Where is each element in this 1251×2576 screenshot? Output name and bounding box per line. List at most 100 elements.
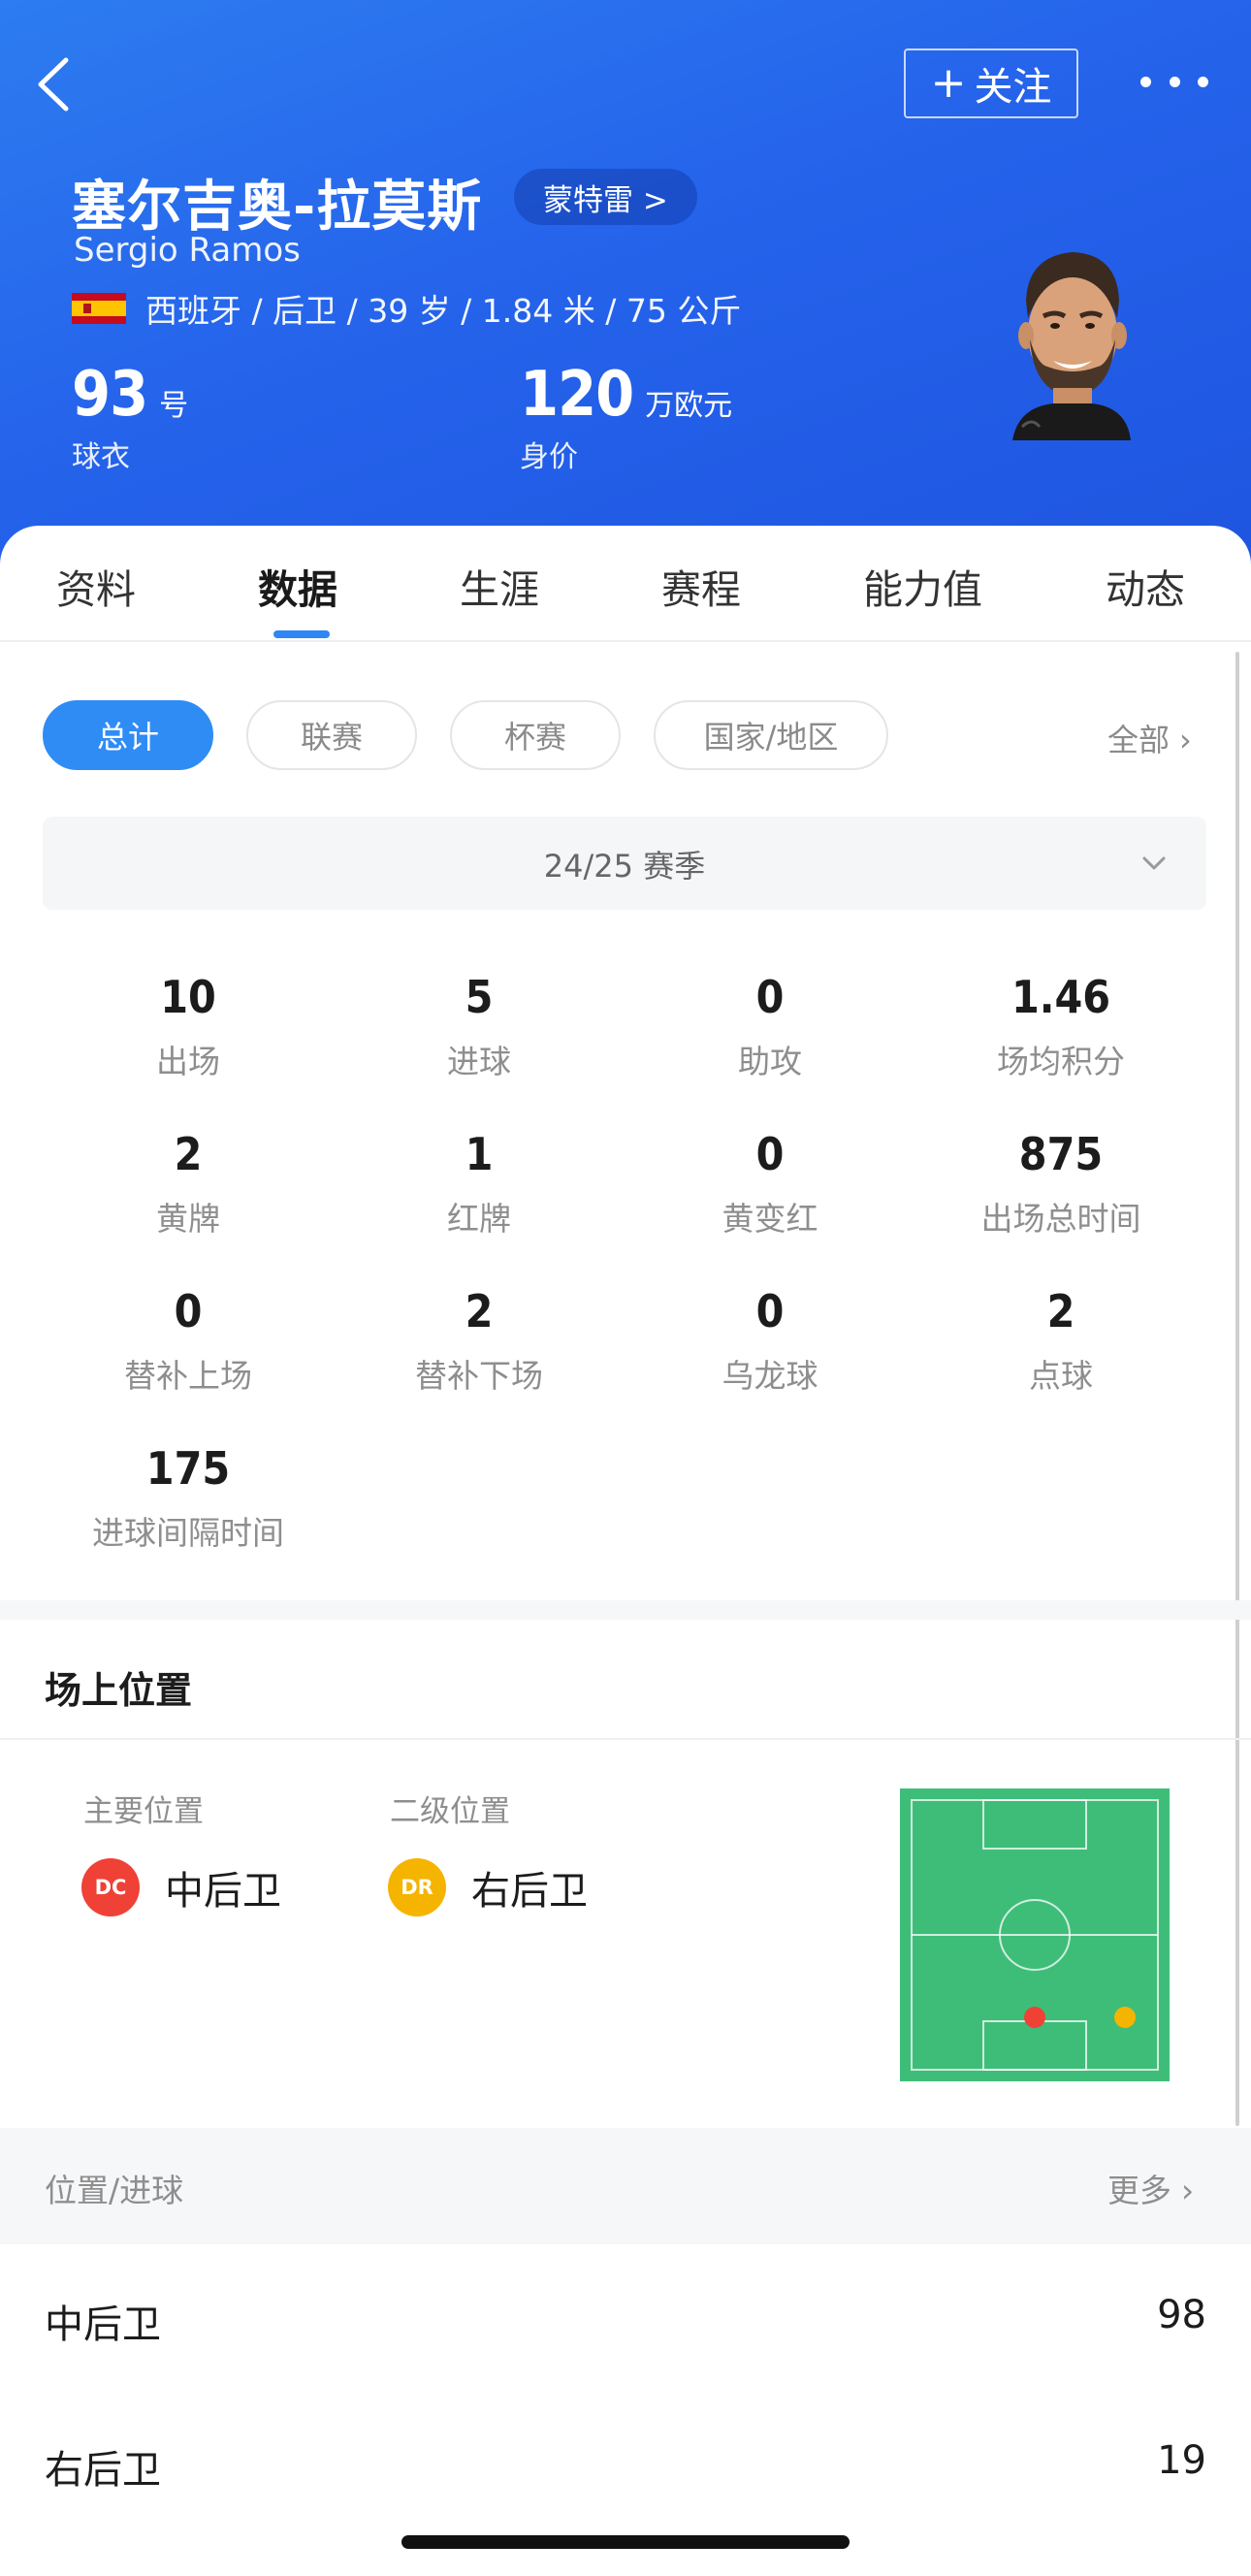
chevron-left-icon — [38, 57, 69, 112]
tab-career[interactable]: 生涯 — [460, 557, 539, 615]
tab-active-indicator — [273, 630, 330, 638]
player-avatar — [1012, 252, 1131, 440]
stat-value: 0 — [755, 1285, 785, 1337]
chevron-right-icon: › — [1179, 722, 1192, 758]
stat-value: 175 — [145, 1442, 231, 1495]
position-goals-header: 位置/进球 更多 › — [0, 2128, 1251, 2244]
stat-sub-off: 2 替补下场 — [334, 1284, 625, 1397]
stat-value: 5 — [465, 971, 494, 1023]
tab-schedule[interactable]: 赛程 — [661, 557, 741, 615]
stat-label: 进球间隔时间 — [92, 1514, 284, 1552]
position-count: 98 — [1157, 2293, 1206, 2337]
more-label: 更多 — [1107, 2172, 1171, 2209]
stat-yellow-cards: 2 黄牌 — [43, 1127, 334, 1240]
filter-national[interactable]: 国家/地区 — [654, 700, 888, 770]
stat-goals: 5 进球 — [334, 970, 625, 1082]
tab-bar: 资料 数据 生涯 赛程 能力值 动态 — [0, 526, 1251, 642]
stat-label: 点球 — [1029, 1357, 1093, 1395]
primary-position: DC 中后卫 — [81, 1858, 281, 1916]
primary-position-marker — [1024, 2007, 1045, 2028]
filter-league[interactable]: 联赛 — [246, 700, 417, 770]
more-options-button[interactable] — [1140, 60, 1208, 103]
stat-label: 替补下场 — [415, 1357, 543, 1395]
stat-label: 乌龙球 — [722, 1357, 818, 1395]
more-link[interactable]: 更多 › — [1107, 2165, 1194, 2211]
back-button[interactable] — [27, 50, 85, 118]
secondary-position-label: 二级位置 — [390, 1794, 510, 1829]
season-label: 24/25 赛季 — [543, 848, 706, 885]
chevron-right-icon: › — [1181, 2172, 1195, 2209]
stat-points-per-game: 1.46 场均积分 — [915, 970, 1206, 1082]
tab-ability[interactable]: 能力值 — [863, 557, 982, 615]
stat-value: 10 — [160, 971, 216, 1023]
filter-cup[interactable]: 杯赛 — [450, 700, 621, 770]
position-name: 右后卫 — [45, 2448, 161, 2493]
jersey-number: 93 — [72, 359, 148, 431]
stat-appearances: 10 出场 — [43, 970, 334, 1082]
position-name: 中后卫 — [45, 2302, 161, 2347]
market-value-block: 120 万欧元 身价 — [520, 359, 732, 475]
stats-card: 资料 数据 生涯 赛程 能力值 动态 总计 联赛 杯赛 国家/地区 全部 › 24… — [0, 526, 1251, 2576]
divider — [0, 1738, 1251, 1740]
spain-flag-icon — [72, 293, 126, 324]
stat-value: 2 — [465, 1285, 494, 1337]
jersey-unit: 号 — [159, 389, 189, 423]
stat-label: 替补上场 — [124, 1357, 252, 1395]
stat-label: 红牌 — [447, 1200, 511, 1238]
stat-second-yellow: 0 黄变红 — [625, 1127, 915, 1240]
stat-sub-on: 0 替补上场 — [43, 1284, 334, 1397]
list-item: 中后卫 98 — [0, 2244, 1251, 2390]
position-badge: DR — [388, 1858, 446, 1916]
chevron-down-icon — [1142, 856, 1166, 870]
tab-profile[interactable]: 资料 — [56, 557, 136, 615]
player-name: 塞尔吉奥-拉莫斯 — [72, 176, 483, 239]
season-selector[interactable]: 24/25 赛季 — [43, 817, 1206, 910]
stat-label: 黄变红 — [722, 1200, 818, 1238]
stat-value: 0 — [755, 971, 785, 1023]
positions-title: 场上位置 — [45, 1669, 193, 1712]
stat-minutes-per-goal: 175 进球间隔时间 — [43, 1441, 334, 1554]
stat-value: 2 — [1046, 1285, 1075, 1337]
stat-own-goals: 0 乌龙球 — [625, 1284, 915, 1397]
position-name: 右后卫 — [471, 1869, 588, 1914]
stat-label: 助攻 — [738, 1043, 802, 1080]
stat-label: 出场总时间 — [980, 1200, 1141, 1238]
position-name: 中后卫 — [165, 1869, 281, 1914]
player-header: + 关注 塞尔吉奥-拉莫斯 蒙特雷 > Sergio Ramos 西班牙 / 后… — [0, 0, 1251, 582]
follow-button[interactable]: + 关注 — [904, 48, 1078, 118]
more-dot-icon — [1198, 76, 1208, 87]
secondary-position: DR 右后卫 — [388, 1858, 588, 1916]
stat-label: 黄牌 — [156, 1200, 220, 1238]
stat-value: 1 — [465, 1128, 494, 1180]
all-link-label: 全部 — [1107, 722, 1171, 758]
position-count: 19 — [1157, 2438, 1206, 2483]
stat-label: 进球 — [447, 1043, 511, 1080]
pitch-diagram — [900, 1788, 1170, 2081]
jersey-number-block: 93 号 球衣 — [72, 359, 188, 475]
club-link[interactable]: 蒙特雷 > — [514, 169, 697, 225]
stat-value: 0 — [174, 1285, 203, 1337]
home-indicator[interactable] — [401, 2535, 850, 2549]
position-goals-title: 位置/进球 — [45, 2172, 184, 2209]
tab-news[interactable]: 动态 — [1106, 557, 1185, 615]
stat-label: 场均积分 — [997, 1043, 1125, 1080]
player-name-english: Sergio Ramos — [74, 231, 301, 270]
market-value-label: 身价 — [520, 440, 578, 474]
primary-position-label: 主要位置 — [83, 1794, 204, 1829]
scrollbar[interactable] — [1235, 652, 1239, 2126]
section-divider — [0, 1600, 1251, 1620]
stat-label: 出场 — [156, 1043, 220, 1080]
market-value-unit: 万欧元 — [645, 389, 733, 423]
stat-value: 1.46 — [1010, 971, 1111, 1023]
tab-data[interactable]: 数据 — [258, 557, 337, 615]
stat-minutes-played: 875 出场总时间 — [915, 1127, 1206, 1240]
plus-icon: + — [930, 58, 967, 108]
all-competitions-link[interactable]: 全部 › — [1107, 716, 1192, 760]
filter-total[interactable]: 总计 — [43, 700, 213, 770]
jersey-label: 球衣 — [72, 440, 130, 474]
secondary-position-marker — [1114, 2007, 1136, 2028]
more-dot-icon — [1169, 76, 1180, 87]
position-badge: DC — [81, 1858, 140, 1916]
stat-red-cards: 1 红牌 — [334, 1127, 625, 1240]
stat-assists: 0 助攻 — [625, 970, 915, 1082]
